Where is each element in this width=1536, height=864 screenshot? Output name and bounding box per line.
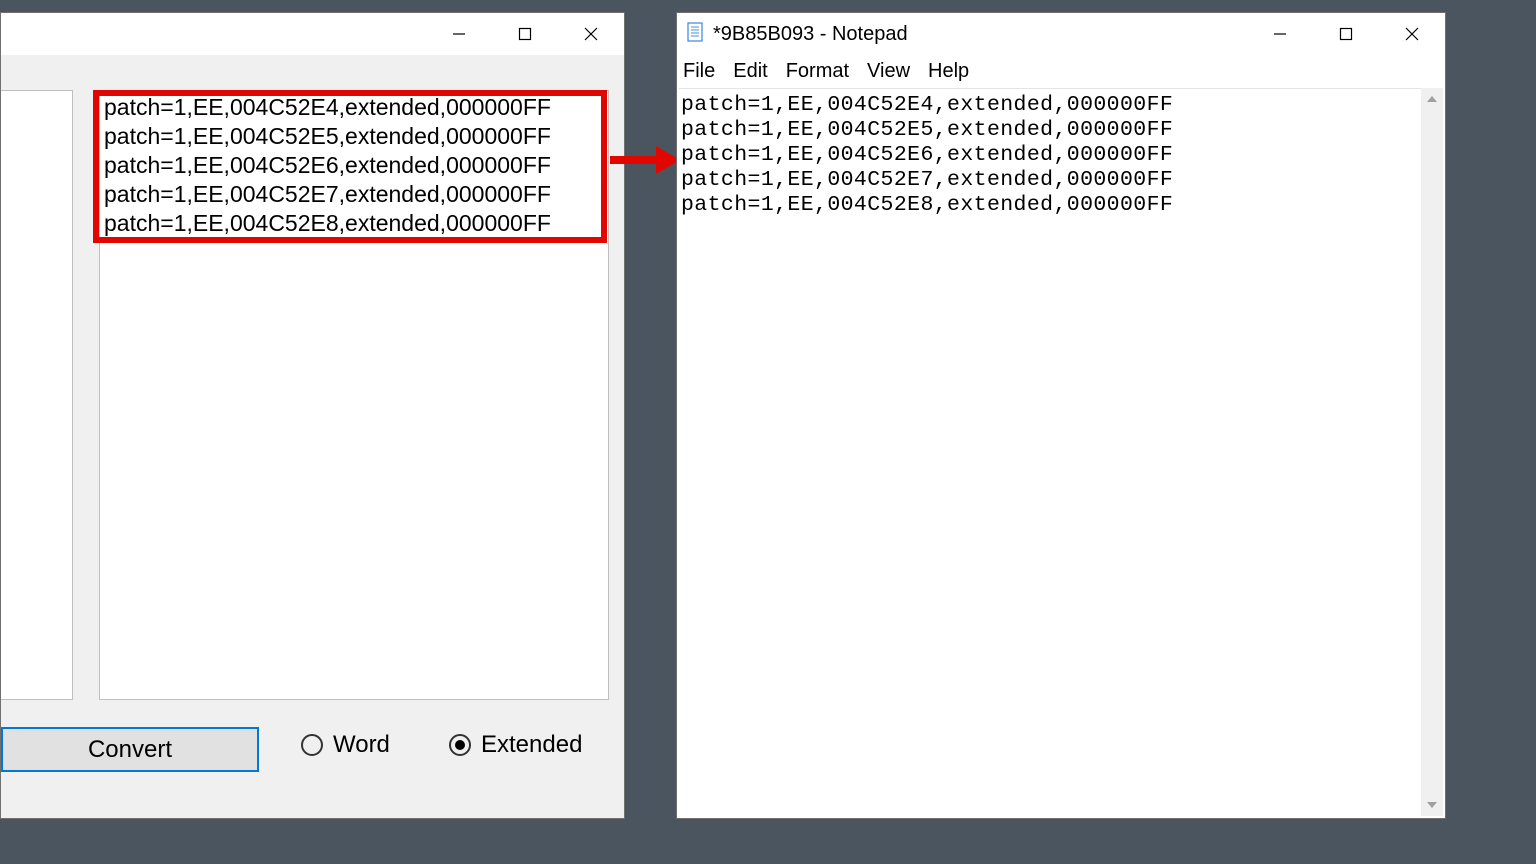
convert-button[interactable]: Convert (1, 727, 259, 772)
menu-format[interactable]: Format (786, 60, 849, 83)
radio-extended-indicator (449, 734, 471, 756)
converter-titlebar (1, 13, 624, 55)
scroll-down-icon[interactable] (1421, 794, 1443, 816)
notepad-icon (685, 22, 705, 47)
radio-word[interactable]: Word (301, 731, 390, 759)
radio-word-indicator (301, 734, 323, 756)
left-side-panel[interactable] (1, 90, 73, 700)
notepad-maximize-button[interactable] (1313, 27, 1379, 41)
scroll-up-icon[interactable] (1421, 88, 1443, 110)
notepad-menubar: File Edit Format View Help (677, 55, 1445, 87)
menu-edit[interactable]: Edit (733, 60, 767, 83)
menu-file[interactable]: File (683, 60, 715, 83)
notepad-minimize-button[interactable] (1247, 27, 1313, 41)
converter-window: patch=1,EE,004C52E4,extended,000000FF pa… (0, 12, 625, 819)
notepad-close-button[interactable] (1379, 27, 1445, 41)
notepad-title: *9B85B093 - Notepad (713, 23, 1247, 46)
radio-extended[interactable]: Extended (449, 731, 582, 759)
close-button[interactable] (558, 13, 624, 55)
converter-client-area: patch=1,EE,004C52E4,extended,000000FF pa… (1, 55, 624, 818)
radio-extended-label: Extended (481, 731, 582, 759)
menu-view[interactable]: View (867, 60, 910, 83)
notepad-scrollbar[interactable] (1421, 88, 1443, 816)
output-textbox[interactable]: patch=1,EE,004C52E4,extended,000000FF pa… (99, 90, 609, 700)
minimize-button[interactable] (426, 13, 492, 55)
radio-word-label: Word (333, 731, 390, 759)
maximize-button[interactable] (492, 13, 558, 55)
notepad-window: *9B85B093 - Notepad File Edit Format Vie… (676, 12, 1446, 819)
notepad-text-area[interactable]: patch=1,EE,004C52E4,extended,000000FF pa… (679, 88, 1421, 816)
notepad-titlebar: *9B85B093 - Notepad (677, 13, 1445, 55)
menu-help[interactable]: Help (928, 60, 969, 83)
